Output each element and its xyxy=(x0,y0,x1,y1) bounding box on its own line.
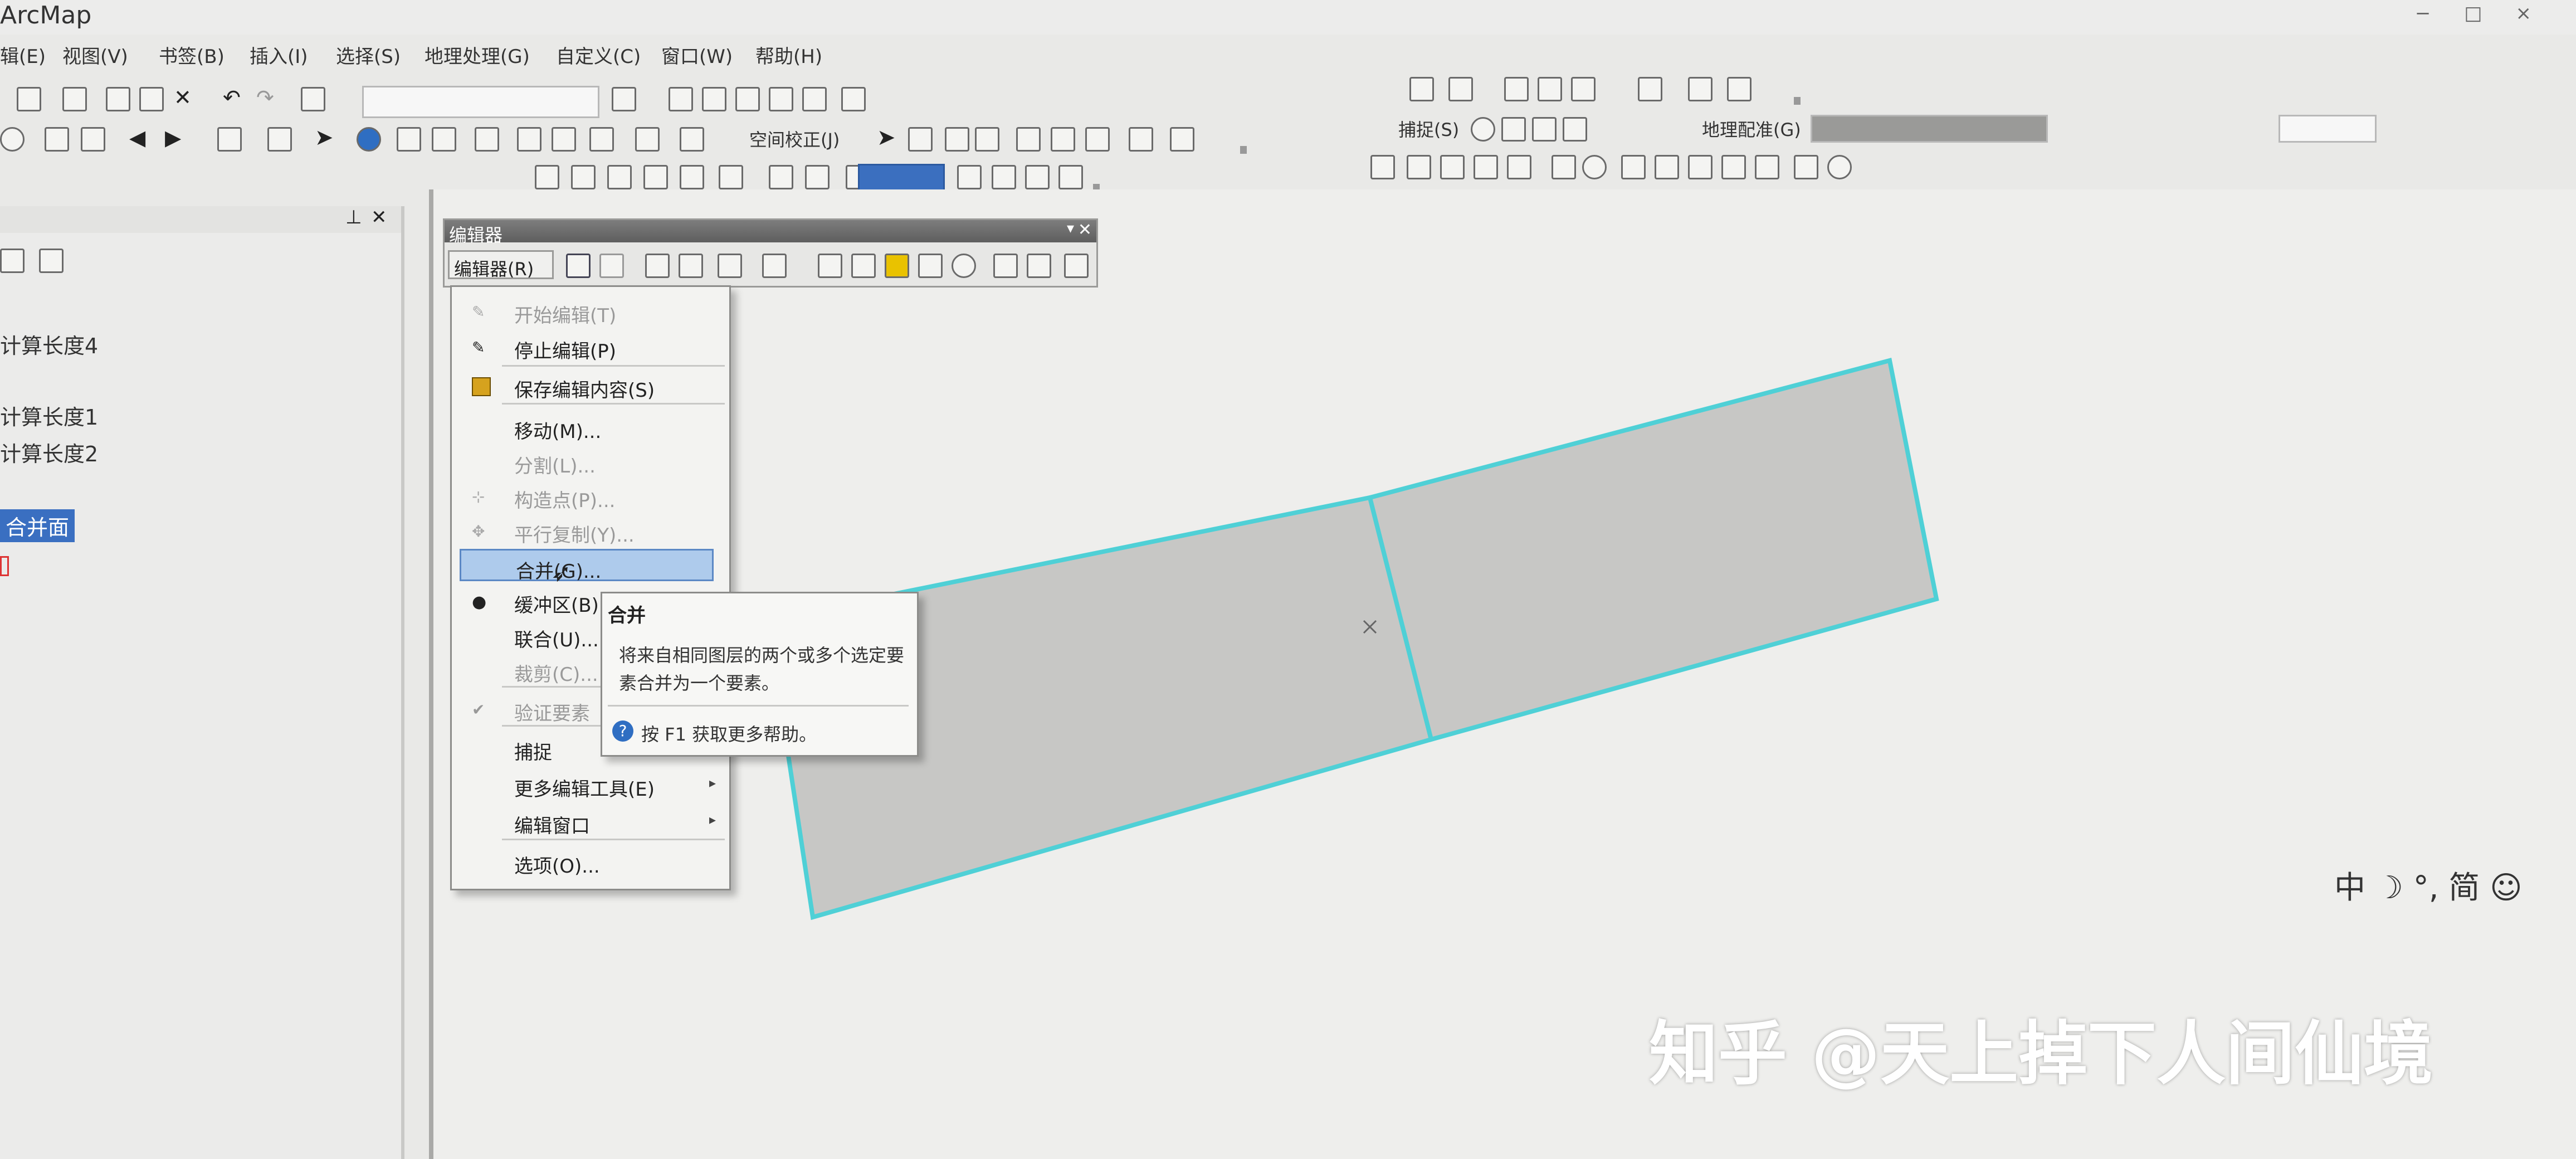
attributes-icon[interactable] xyxy=(993,254,1018,278)
menu-item-more-editing-tools[interactable]: 更多编辑工具(E) ▸ xyxy=(452,768,729,801)
validate-icon: ✔ xyxy=(472,700,485,719)
rotate-tool-icon[interactable] xyxy=(952,254,976,278)
editor-menu-button-label: 编辑器(R) xyxy=(454,259,534,280)
menu-item-copy-parallel[interactable]: ✥ 平行复制(Y)... xyxy=(452,514,729,547)
menu-separator xyxy=(502,403,725,405)
polygon-feature-right[interactable] xyxy=(1367,358,1939,742)
trace-icon[interactable] xyxy=(718,254,742,278)
menu-item-start-editing[interactable]: ✎ 开始编辑(T) xyxy=(452,295,729,327)
menu-item-construct-points[interactable]: ⊹ 构造点(P)... xyxy=(452,480,729,512)
reshape-feature-icon[interactable] xyxy=(851,254,876,278)
edit-vertices-icon[interactable] xyxy=(818,254,842,278)
cut-polygons-icon[interactable] xyxy=(885,254,909,278)
merge-tooltip: 合并 将来自相同图层的两个或多个选定要素合并为一个要素。 ? 按 F1 获取更多… xyxy=(601,592,919,757)
menu-item-stop-editing[interactable]: ✎ 停止编辑(P) xyxy=(452,330,729,363)
construct-points-icon: ⊹ xyxy=(472,488,485,506)
map-features-svg xyxy=(765,358,1939,921)
copy-parallel-icon: ✥ xyxy=(472,522,485,540)
edit-annotation-icon[interactable] xyxy=(599,254,624,278)
editor-toolbar-titlebar[interactable]: 编辑器 ▾ ✕ xyxy=(445,220,1096,246)
stop-edit-icon: ✎ xyxy=(472,338,485,357)
editor-toolbar-dropdown-icon[interactable]: ▾ xyxy=(1067,220,1074,237)
editor-toolbar-close-icon[interactable]: ✕ xyxy=(1078,220,1092,240)
sketch-properties-icon[interactable] xyxy=(1027,254,1051,278)
split-tool-icon[interactable] xyxy=(918,254,943,278)
editor-menu-button[interactable]: 编辑器(R) xyxy=(448,250,554,280)
menu-item-save-edits[interactable]: 保存编辑内容(S) xyxy=(452,369,729,402)
menu-item-options[interactable]: 选项(O)... xyxy=(452,845,729,878)
start-edit-icon: ✎ xyxy=(472,303,485,321)
editor-dropdown-menu: ✎ 开始编辑(T) ✎ 停止编辑(P) 保存编辑内容(S) 移动(M)... 分… xyxy=(450,285,731,890)
mouse-cursor-icon: ➶ xyxy=(551,559,572,587)
editor-toolbar: 编辑器 ▾ ✕ 编辑器(R) xyxy=(443,218,1098,288)
create-features-icon[interactable] xyxy=(1064,254,1089,278)
menu-separator xyxy=(502,839,725,840)
tooltip-help-text: 按 F1 获取更多帮助。 xyxy=(641,724,817,745)
point-icon[interactable] xyxy=(762,254,787,278)
help-icon: ? xyxy=(612,720,633,742)
tooltip-description: 将来自相同图层的两个或多个选定要素合并为一个要素。 xyxy=(619,645,905,694)
editor-toolbar-title: 编辑器 xyxy=(449,225,503,246)
submenu-arrow-icon: ▸ xyxy=(709,812,716,827)
end-point-arc-icon[interactable] xyxy=(679,254,703,278)
menu-item-editing-windows[interactable]: 编辑窗口 ▸ xyxy=(452,805,729,837)
menu-separator xyxy=(502,365,725,367)
menu-item-merge[interactable]: 合并(G)... xyxy=(460,549,714,583)
submenu-arrow-icon: ▸ xyxy=(709,775,716,791)
menu-item-move[interactable]: 移动(M)... xyxy=(452,411,729,443)
tooltip-title: 合并 xyxy=(608,605,646,627)
buffer-icon: ● xyxy=(472,592,487,612)
straight-segment-icon[interactable] xyxy=(645,254,670,278)
ime-status-bar[interactable]: 中 ☽ °, 简 ☺ xyxy=(2334,863,2523,910)
edit-tool-icon[interactable] xyxy=(566,254,591,278)
tooltip-separator xyxy=(608,705,909,707)
menu-item-split[interactable]: 分割(L)... xyxy=(452,445,729,478)
save-edits-icon xyxy=(472,377,491,396)
watermark: 知乎 @天上掉下人间仙境 xyxy=(1649,1014,2433,1094)
